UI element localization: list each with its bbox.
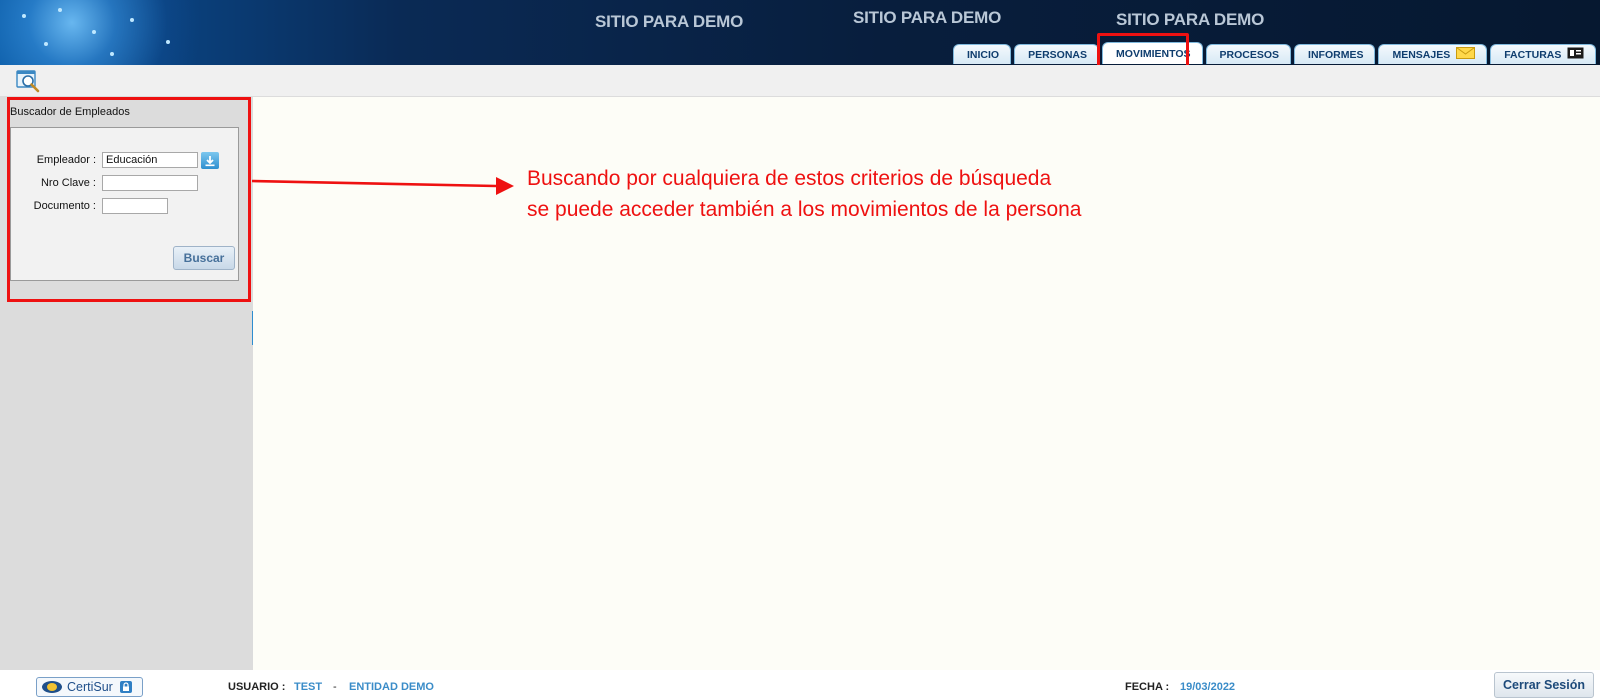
site-title: SITIO PARA DEMO	[595, 12, 744, 31]
tab-label: INFORMES	[1308, 48, 1364, 61]
annotation-line: Buscando por cualquiera de estos criteri…	[527, 167, 1052, 190]
usuario-value: TEST	[294, 681, 323, 693]
tab-mensajes[interactable]: MENSAJES	[1378, 44, 1488, 64]
header-graphic-dot	[130, 18, 134, 22]
highlight-box-search-panel	[7, 97, 251, 302]
invoice-icon	[1567, 47, 1584, 62]
site-title: SITIO PARA DEMO	[1116, 10, 1265, 29]
tab-label: MENSAJES	[1392, 48, 1451, 61]
annotation-line: se puede acceder también a los movimient…	[527, 198, 1082, 221]
search-window-icon[interactable]	[16, 69, 42, 97]
header-graphic-dot	[166, 40, 170, 44]
toolbar	[0, 65, 1600, 97]
logo-text: CertiSur	[67, 680, 113, 694]
annotation-text: Buscando por cualquiera de estos criteri…	[527, 163, 1247, 225]
tab-procesos[interactable]: PROCESOS	[1205, 44, 1292, 64]
app-header: SITIO PARA DEMO SITIO PARA DEMO SITIO PA…	[0, 0, 1600, 65]
entidad-value: ENTIDAD DEMO	[349, 681, 434, 693]
header-graphic-dot	[44, 42, 48, 46]
header-graphic-dot	[22, 14, 26, 18]
fecha-label: FECHA :	[1125, 681, 1170, 693]
tab-informes[interactable]: INFORMES	[1294, 44, 1376, 64]
main-nav-tabs: INICIO PERSONAS MOVIMIENTOS PROCESOS INF…	[953, 42, 1599, 65]
certisur-logo: CertiSur	[36, 677, 143, 697]
envelope-icon	[1456, 47, 1476, 62]
tab-label: FACTURAS	[1504, 48, 1562, 61]
header-network-graphic	[0, 0, 240, 65]
tab-inicio[interactable]: INICIO	[953, 44, 1012, 64]
tab-label: INICIO	[967, 48, 1000, 61]
usuario-label: USUARIO :	[228, 681, 286, 693]
tab-label: PROCESOS	[1219, 48, 1280, 61]
certisur-logo-icon	[42, 681, 62, 693]
fecha-value: 19/03/2022	[1180, 681, 1236, 693]
header-graphic-dot	[58, 8, 62, 12]
tab-personas[interactable]: PERSONAS	[1014, 44, 1100, 64]
header-graphic-dot	[92, 30, 96, 34]
tab-facturas[interactable]: FACTURAS	[1490, 44, 1597, 64]
tab-label: PERSONAS	[1028, 48, 1088, 61]
lock-icon	[119, 681, 132, 693]
footer-separator: -	[333, 681, 337, 693]
site-title: SITIO PARA DEMO	[853, 8, 1002, 27]
header-graphic-dot	[110, 52, 114, 56]
annotation-arrow	[252, 177, 514, 195]
logout-button[interactable]: Cerrar Sesión	[1494, 672, 1594, 698]
